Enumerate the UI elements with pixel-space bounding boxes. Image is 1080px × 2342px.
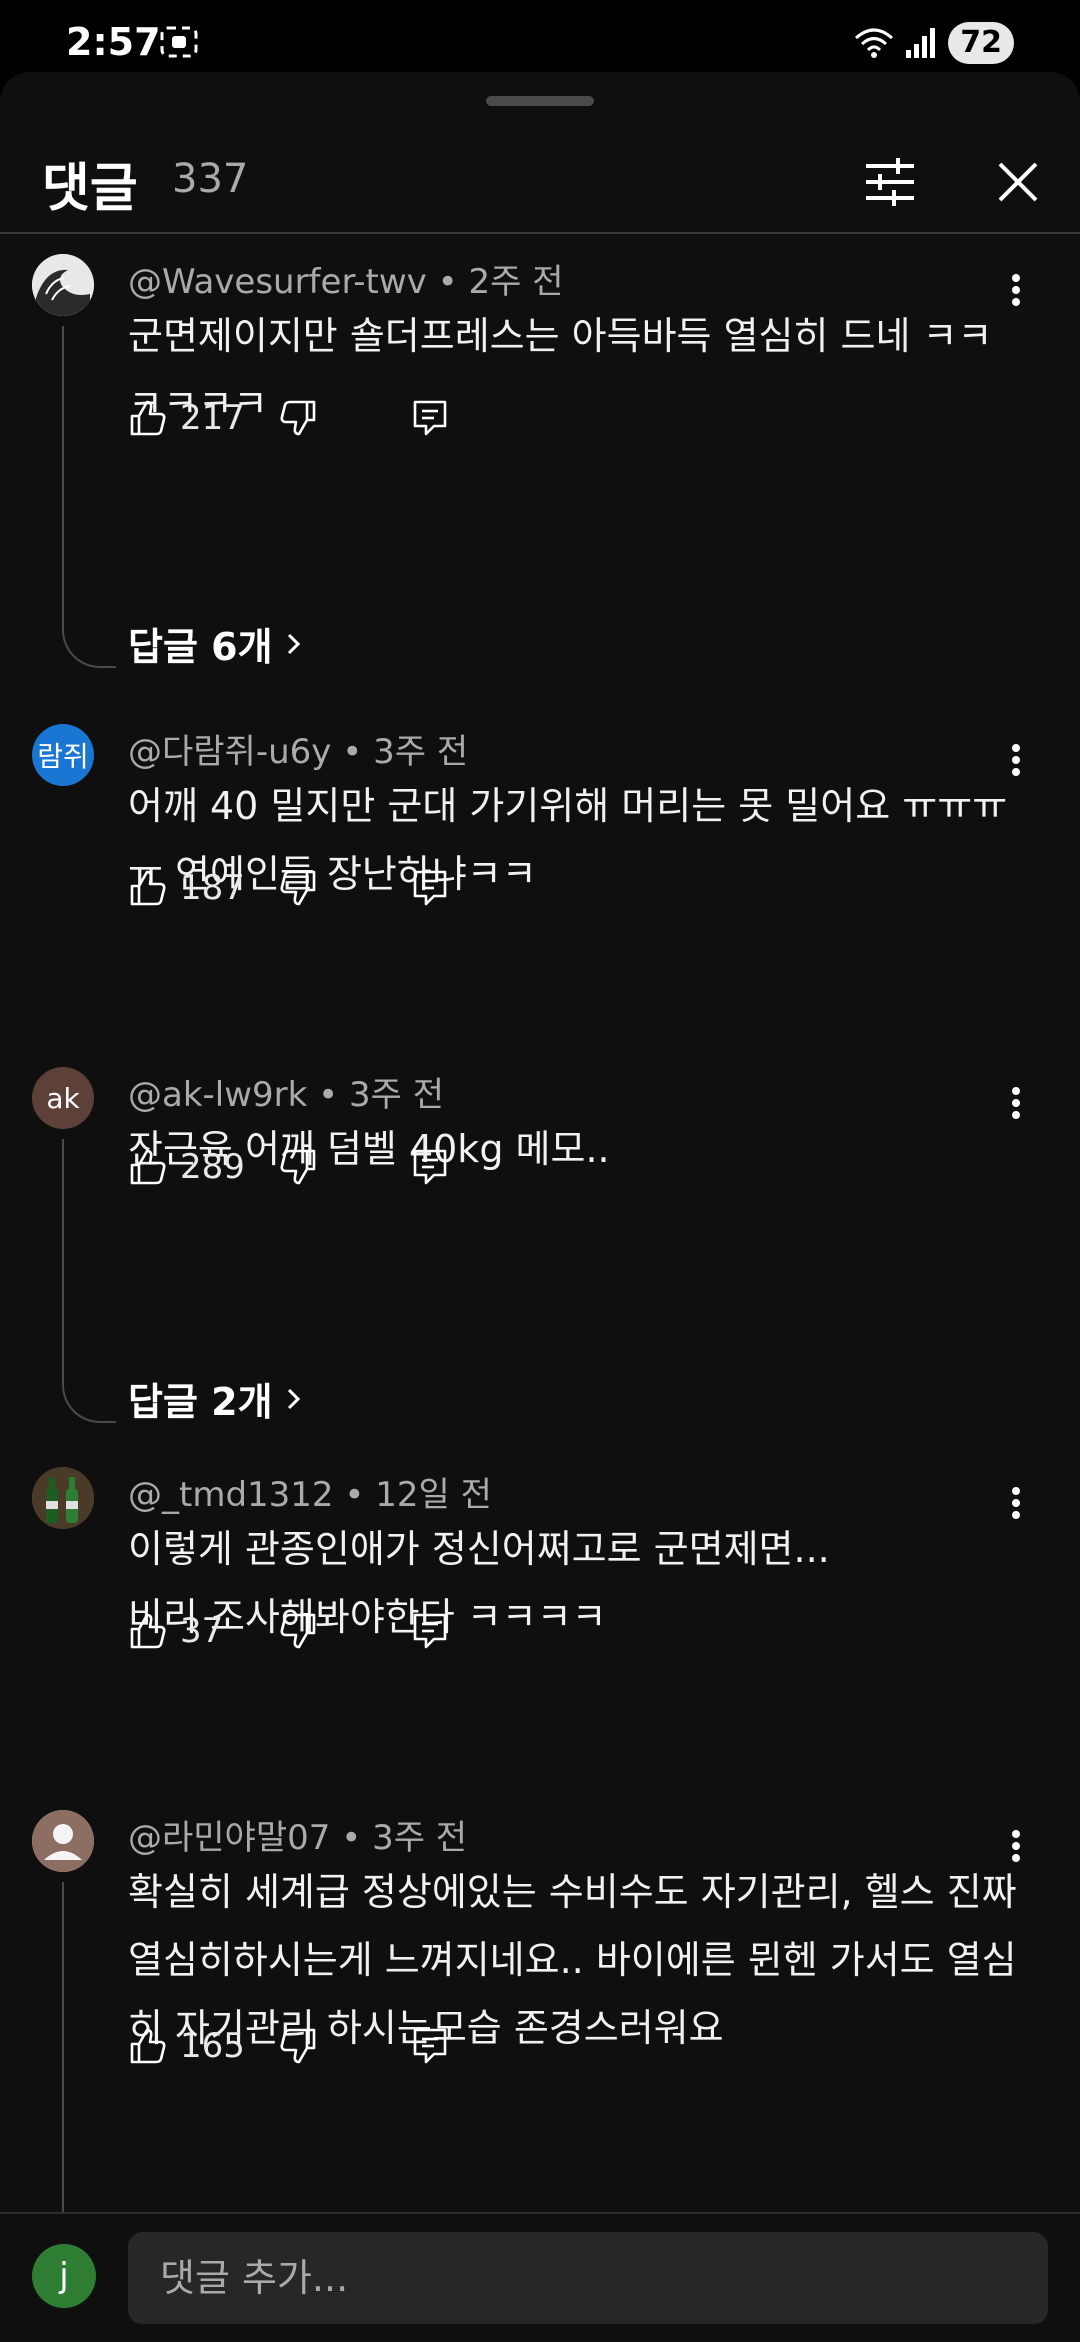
- more-options-icon[interactable]: [1000, 1816, 1032, 1876]
- avatar[interactable]: 람쥐: [32, 724, 94, 786]
- like-count: 217: [180, 398, 245, 438]
- wifi-icon: [855, 28, 894, 58]
- like-icon[interactable]: [128, 1147, 168, 1187]
- comment-time: 3주 전: [349, 1075, 445, 1115]
- reply-icon[interactable]: [410, 1147, 450, 1187]
- meta-separator: •: [344, 1475, 376, 1515]
- comments-sheet: 댓글 337 @Wavesurfer-twv • 2주 전 군면제이지만 숄더프…: [0, 72, 1080, 2340]
- meta-separator: •: [342, 732, 374, 772]
- comment-author[interactable]: @_tmd1312: [128, 1475, 334, 1515]
- comment-time: 3주 전: [373, 732, 469, 772]
- default-person-icon: [32, 1810, 94, 1872]
- comment-actions: 289: [128, 1137, 450, 1197]
- wave-avatar-icon: [32, 254, 94, 316]
- comment-meta: @다람쥐-u6y • 3주 전: [128, 724, 468, 773]
- dislike-icon[interactable]: [278, 1611, 318, 1651]
- comment-meta: @ak-lw9rk • 3주 전: [128, 1067, 444, 1116]
- reply-icon[interactable]: [410, 1611, 450, 1651]
- comment-time: 2주 전: [468, 262, 564, 302]
- more-options-icon[interactable]: [1000, 1073, 1032, 1133]
- like-icon[interactable]: [128, 398, 168, 438]
- more-options-icon[interactable]: [1000, 260, 1032, 320]
- meta-separator: •: [341, 1818, 373, 1858]
- thread-line: [62, 1882, 64, 2214]
- close-icon[interactable]: [990, 154, 1046, 210]
- comment-author[interactable]: @다람쥐-u6y: [128, 732, 331, 772]
- status-time: 2:57: [66, 20, 161, 64]
- comment-time: 3주 전: [372, 1818, 468, 1858]
- comment-item: @Wavesurfer-twv • 2주 전 군면제이지만 숄더프레스는 아득바…: [0, 234, 1080, 704]
- my-avatar-initial: j: [59, 2256, 69, 2296]
- comment-item: @라민야말07 • 3주 전 확실히 세계급 정상에있는 수비수도 자기관리, …: [0, 1790, 1080, 2214]
- comment-author[interactable]: @Wavesurfer-twv: [128, 262, 427, 302]
- dislike-icon[interactable]: [278, 868, 318, 908]
- dislike-icon[interactable]: [278, 398, 318, 438]
- view-replies-button[interactable]: 답글 2개: [128, 1371, 305, 1426]
- comments-header: 댓글 337: [0, 132, 1080, 232]
- like-count: 37: [180, 1611, 224, 1651]
- meta-separator: •: [437, 262, 469, 302]
- comments-title: 댓글: [42, 159, 138, 219]
- battery-indicator: 72: [948, 22, 1014, 64]
- dislike-icon[interactable]: [278, 1147, 318, 1187]
- comment-actions: 187: [128, 858, 450, 918]
- comments-count: 337: [172, 156, 249, 202]
- avatar-initials: 람쥐: [37, 740, 89, 773]
- replies-label: 답글 2개: [128, 1380, 273, 1424]
- reply-icon[interactable]: [410, 398, 450, 438]
- view-replies-button[interactable]: 답글 6개: [128, 616, 305, 671]
- sort-filter-icon[interactable]: [860, 154, 920, 210]
- replies-label: 답글 6개: [128, 625, 273, 669]
- bottles-avatar-icon: [32, 1467, 94, 1529]
- avatar[interactable]: ak: [32, 1067, 94, 1129]
- signal-icon: [906, 28, 936, 58]
- more-options-icon[interactable]: [1000, 1473, 1032, 1533]
- dislike-icon[interactable]: [278, 2026, 318, 2066]
- comment-meta: @라민야말07 • 3주 전: [128, 1810, 467, 1859]
- like-icon[interactable]: [128, 2026, 168, 2066]
- thread-curve: [62, 1375, 116, 1423]
- thread-line: [62, 326, 64, 624]
- reply-icon[interactable]: [410, 868, 450, 908]
- status-icons: 72: [854, 22, 1014, 64]
- like-icon[interactable]: [128, 868, 168, 908]
- drag-handle[interactable]: [486, 96, 594, 106]
- comment-list[interactable]: @Wavesurfer-twv • 2주 전 군면제이지만 숄더프레스는 아득바…: [0, 234, 1080, 2214]
- comment-composer: j 댓글 추가...: [0, 2212, 1080, 2342]
- like-count: 165: [180, 2026, 245, 2066]
- avatar[interactable]: [32, 254, 94, 316]
- chevron-right-icon: [287, 1388, 300, 1409]
- avatar[interactable]: [32, 1467, 94, 1529]
- avatar[interactable]: [32, 1810, 94, 1872]
- more-options-icon[interactable]: [1000, 730, 1032, 790]
- like-count: 289: [180, 1147, 245, 1187]
- comment-meta: @_tmd1312 • 12일 전: [128, 1467, 492, 1516]
- status-bar: 2:57 72: [0, 0, 1080, 72]
- comment-author[interactable]: @라민야말07: [128, 1818, 330, 1858]
- comment-item: @_tmd1312 • 12일 전 이렇게 관종인애가 정신어쩌고로 군면제면.…: [0, 1447, 1080, 1790]
- comment-item: 람쥐 @다람쥐-u6y • 3주 전 어깨 40 밀지만 군대 가기위해 머리는…: [0, 704, 1080, 1047]
- comment-author[interactable]: @ak-lw9rk: [128, 1075, 307, 1115]
- chevron-right-icon: [287, 633, 300, 654]
- comment-time: 12일 전: [375, 1475, 492, 1515]
- comment-actions: 165: [128, 2016, 450, 2076]
- comment-meta: @Wavesurfer-twv • 2주 전: [128, 254, 563, 303]
- screen-recorder-icon: [160, 26, 198, 58]
- comment-actions: 37: [128, 1601, 450, 1661]
- my-avatar[interactable]: j: [32, 2244, 96, 2308]
- like-icon[interactable]: [128, 1611, 168, 1651]
- like-count: 187: [180, 868, 245, 908]
- thread-curve: [62, 620, 116, 668]
- add-comment-input[interactable]: 댓글 추가...: [128, 2232, 1048, 2324]
- avatar-initials: ak: [46, 1081, 80, 1115]
- reply-icon[interactable]: [410, 2026, 450, 2066]
- add-comment-placeholder: 댓글 추가...: [160, 2256, 349, 2300]
- comment-actions: 217: [128, 388, 450, 448]
- comment-item: ak @ak-lw9rk • 3주 전 잔근육 어깨 덤벨 40kg 메모.. …: [0, 1047, 1080, 1447]
- meta-separator: •: [318, 1075, 350, 1115]
- thread-line: [62, 1139, 64, 1379]
